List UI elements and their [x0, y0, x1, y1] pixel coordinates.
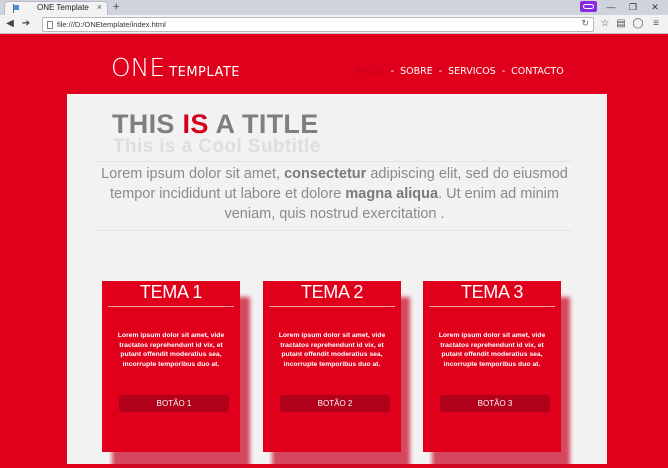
- title-highlight: IS: [182, 109, 209, 139]
- card-title: TEMA 1: [139, 282, 203, 302]
- extension-icon[interactable]: [580, 1, 597, 12]
- card-text: Lorem ipsum dolor sit amet, vide tractat…: [438, 332, 546, 368]
- card-tema-3: TEMA 3 Lorem ipsum dolor sit amet, vide …: [423, 281, 561, 452]
- lead-bold: magna aliqua: [345, 186, 439, 202]
- logo-one: ONE: [111, 53, 166, 82]
- close-window-icon[interactable]: ✕: [644, 0, 666, 14]
- browser-toolbar: ◀ ➔ file:///D:/ONEtemplate/index.html ↻ …: [0, 15, 668, 34]
- page-icon: [47, 21, 53, 29]
- nav-item-sobre[interactable]: SOBRE: [400, 66, 433, 77]
- card-title: TEMA 3: [460, 282, 524, 302]
- site-logo[interactable]: ONE TEMPLATE: [111, 53, 240, 82]
- forward-icon[interactable]: ➔: [20, 18, 32, 30]
- nav-item-contacto[interactable]: CONTACTO: [511, 66, 564, 77]
- tab-title: ONE Template: [37, 3, 89, 12]
- reload-icon[interactable]: ↻: [581, 18, 589, 29]
- clipboard-icon[interactable]: ▤: [615, 18, 627, 30]
- divider: [97, 230, 572, 231]
- card-tema-1: TEMA 1 Lorem ipsum dolor sit amet, vide …: [102, 281, 240, 452]
- card-text: Lorem ipsum dolor sit amet, vide tractat…: [117, 332, 225, 368]
- card-title: TEMA 2: [300, 282, 364, 302]
- nav-separator: -: [501, 66, 506, 77]
- title-text: THIS: [112, 109, 183, 139]
- content-panel: THIS IS A TITLE This is a Cool Subtitle …: [67, 94, 607, 468]
- title-text: A TITLE: [208, 109, 319, 139]
- card-tema-2: TEMA 2 Lorem ipsum dolor sit amet, vide …: [263, 281, 401, 452]
- page-subtitle: This is a Cool Subtitle: [113, 136, 321, 157]
- menu-icon[interactable]: ≡: [650, 18, 662, 30]
- chat-icon[interactable]: ◯: [632, 18, 644, 30]
- lead-text: Lorem ipsum dolor sit amet,: [101, 166, 285, 182]
- card-button-3[interactable]: BOTÃO 3: [440, 395, 550, 412]
- new-tab-button[interactable]: +: [113, 1, 119, 13]
- web-page: ONE TEMPLATE INICIO - SOBRE - SERVICOS - …: [0, 35, 668, 468]
- browser-tab-bar: ONE Template × + — ❐ ✕: [0, 0, 668, 15]
- favicon-icon: [13, 4, 19, 13]
- lead-bold: consectetur: [284, 166, 367, 182]
- lead-paragraph: Lorem ipsum dolor sit amet, consectetur …: [97, 164, 572, 224]
- divider: [97, 161, 572, 162]
- address-bar[interactable]: file:///D:/ONEtemplate/index.html ↻: [42, 17, 594, 32]
- main-nav: INICIO - SOBRE - SERVICOS - CONTACTO: [355, 66, 564, 77]
- nav-item-home[interactable]: INICIO: [355, 66, 385, 77]
- back-icon[interactable]: ◀: [4, 18, 16, 30]
- nav-separator: -: [438, 66, 443, 77]
- logo-template: TEMPLATE: [169, 65, 240, 80]
- card-button-2[interactable]: BOTÃO 2: [280, 395, 390, 412]
- nav-item-servicos[interactable]: SERVICOS: [448, 66, 496, 77]
- card-divider: [108, 306, 234, 307]
- nav-separator: -: [390, 66, 395, 77]
- minimize-icon[interactable]: —: [600, 0, 622, 14]
- browser-tab[interactable]: ONE Template ×: [4, 1, 108, 15]
- star-icon[interactable]: ☆: [599, 18, 611, 30]
- tab-close-icon[interactable]: ×: [97, 2, 102, 12]
- card-divider: [429, 306, 555, 307]
- card-button-1[interactable]: BOTÃO 1: [119, 395, 229, 412]
- address-text[interactable]: file:///D:/ONEtemplate/index.html: [57, 20, 166, 29]
- restore-icon[interactable]: ❐: [622, 0, 644, 14]
- card-text: Lorem ipsum dolor sit amet, vide tractat…: [278, 332, 386, 368]
- card-divider: [269, 306, 395, 307]
